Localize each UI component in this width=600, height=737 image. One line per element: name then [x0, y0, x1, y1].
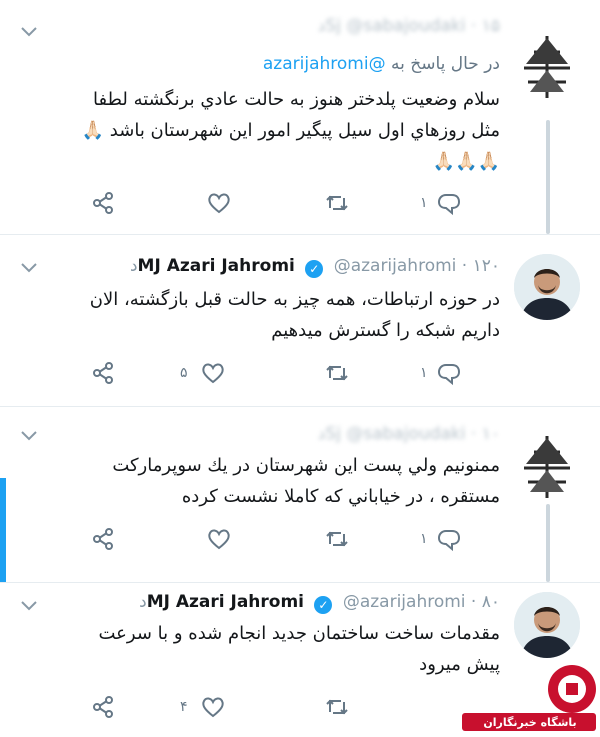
retweet-button[interactable] [324, 358, 350, 388]
share-icon [93, 528, 113, 550]
author-name[interactable]: Sj [325, 424, 341, 444]
tweet-text: سلام وضعيت پلدختر هنوز به حالت عادي برنگ… [81, 89, 500, 172]
share-button[interactable] [90, 188, 116, 218]
retweet-icon [326, 195, 348, 211]
heart-icon [208, 193, 230, 214]
retweet-icon [326, 699, 348, 715]
tweet-actions: ۵ ۱ [0, 358, 600, 388]
reply-button[interactable]: ۱ [420, 524, 462, 554]
author-name[interactable]: MJ Azari Jahromi [138, 256, 295, 276]
reply-prefix: در حال پاسخ به [390, 54, 500, 74]
reply-mention[interactable]: @azarijahromi [263, 54, 386, 74]
tweet-text: در حوزه ارتباطات، همه چيز به حالت قبل با… [89, 289, 500, 341]
share-icon [93, 696, 113, 718]
chevron-down-icon[interactable] [18, 594, 40, 616]
retweet-icon [326, 365, 348, 381]
author-name[interactable]: Sj [325, 16, 341, 36]
like-button[interactable]: ۴ [180, 692, 226, 722]
avatar[interactable] [514, 434, 580, 500]
reply-icon [437, 194, 460, 216]
avatar[interactable] [514, 34, 580, 100]
tweet-header: MJ Azari Jahromi ✓ @azarijahromi · ۸۰د [139, 592, 500, 614]
tweet-4[interactable]: MJ Azari Jahromi ✓ @azarijahromi · ۸۰د م… [0, 582, 600, 733]
heart-icon [201, 697, 224, 718]
share-icon [93, 362, 113, 384]
like-button[interactable] [206, 524, 238, 554]
share-button[interactable] [90, 358, 116, 388]
tweet-3[interactable]: Sj @sabajoudaki · ۱۰د ممنونيم ولي پست اي… [0, 406, 600, 583]
share-button[interactable] [90, 524, 116, 554]
reply-button[interactable]: ۱ [420, 358, 462, 388]
reply-icon [437, 364, 460, 386]
like-button[interactable]: ۵ [180, 358, 226, 388]
author-name[interactable]: MJ Azari Jahromi [147, 592, 304, 612]
tweet-text: ممنونيم ولي پست اين شهرستان در يك سوپرما… [112, 455, 500, 507]
retweet-icon [326, 531, 348, 547]
reply-button[interactable]: ۱ [420, 188, 462, 218]
reply-icon [437, 530, 460, 552]
tweet-actions: ۱ [0, 188, 600, 218]
tweet-header: MJ Azari Jahromi ✓ @azarijahromi · ۱۲۰د [129, 256, 500, 278]
watermark-text: باشگاه خبرنگاران [483, 716, 577, 729]
watermark-logo: باشگاه خبرنگاران [460, 653, 600, 733]
avatar[interactable] [514, 592, 580, 658]
heart-icon [201, 363, 224, 384]
author-handle[interactable]: @azarijahromi [334, 256, 457, 276]
chevron-down-icon[interactable] [18, 424, 40, 446]
retweet-button[interactable] [324, 188, 350, 218]
reply-context: در حال پاسخ به @azarijahromi [263, 54, 500, 74]
author-handle[interactable]: @sabajoudaki [346, 16, 465, 36]
retweet-button[interactable] [324, 524, 350, 554]
chevron-down-icon[interactable] [18, 256, 40, 278]
share-button[interactable] [90, 692, 116, 722]
verified-icon: ✓ [314, 596, 333, 614]
heart-icon [208, 529, 230, 550]
tweet-actions: ۱ [0, 524, 600, 554]
author-handle[interactable]: @sabajoudaki [346, 424, 465, 444]
chevron-down-icon[interactable] [18, 20, 40, 42]
tweet-2[interactable]: MJ Azari Jahromi ✓ @azarijahromi · ۱۲۰د … [0, 234, 600, 407]
retweet-button[interactable] [324, 692, 350, 722]
tweet-text: مقدمات ساخت ساختمان جديد انجام شده و با … [98, 623, 500, 675]
verified-icon: ✓ [305, 260, 324, 278]
avatar[interactable] [514, 254, 580, 320]
like-button[interactable] [206, 188, 238, 218]
tweet-header: Sj @sabajoudaki · ۱۵د [317, 16, 500, 36]
tweet-header: Sj @sabajoudaki · ۱۰د [317, 424, 500, 444]
author-handle[interactable]: @azarijahromi [343, 592, 466, 612]
share-icon [93, 192, 113, 214]
tweet-1[interactable]: Sj @sabajoudaki · ۱۵د در حال پاسخ به @az… [0, 0, 600, 235]
